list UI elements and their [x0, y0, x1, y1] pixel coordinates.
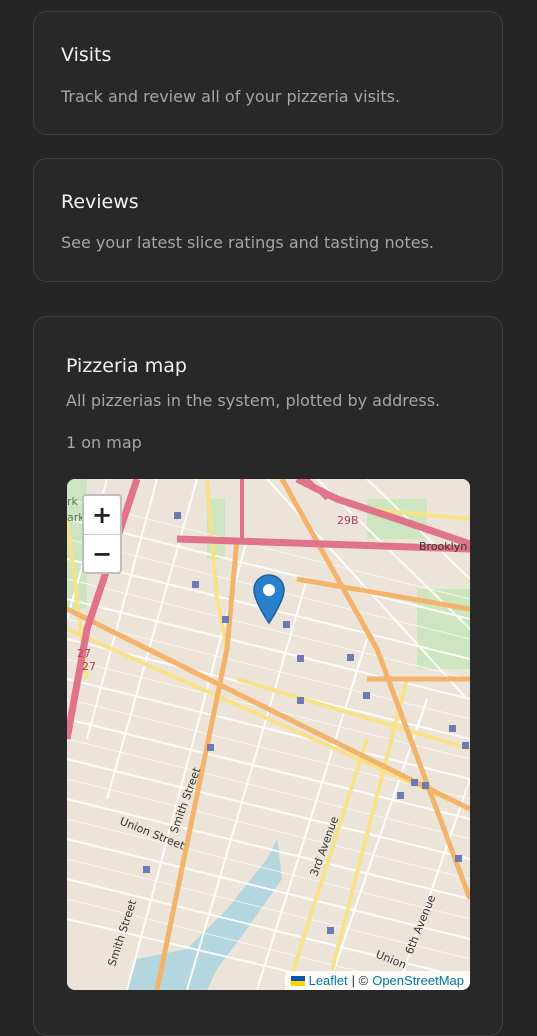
visits-title: Visits	[61, 44, 112, 66]
map-pin-icon[interactable]	[252, 573, 286, 625]
map-view[interactable]: Smith Street Union Street Smith Street 3…	[67, 479, 470, 990]
pizzeria-map-title: Pizzeria map	[66, 355, 187, 377]
pizzeria-map-card: Pizzeria map All pizzerias in the system…	[33, 316, 503, 1036]
map-count-label: 1 on map	[66, 433, 142, 452]
pizzeria-map-description: All pizzerias in the system, plotted by …	[66, 391, 441, 410]
map-attribution: Leaflet | © OpenStreetMap	[284, 971, 470, 990]
visits-card[interactable]: Visits Track and review all of your pizz…	[33, 11, 503, 135]
leaflet-link[interactable]: Leaflet	[309, 973, 348, 988]
label-29b: 29B	[337, 514, 359, 527]
zoom-control: + −	[82, 494, 122, 574]
label-park-a: rk	[67, 495, 79, 508]
ukraine-flag-icon	[290, 975, 305, 986]
reviews-title: Reviews	[61, 191, 139, 213]
zoom-out-button[interactable]: −	[84, 535, 120, 573]
reviews-card[interactable]: Reviews See your latest slice ratings an…	[33, 158, 503, 282]
reviews-description: See your latest slice ratings and tastin…	[61, 233, 434, 252]
label-27a: 27	[77, 647, 91, 660]
visits-description: Track and review all of your pizzeria vi…	[61, 87, 401, 106]
openstreetmap-link[interactable]: OpenStreetMap	[372, 973, 464, 988]
label-27b: 27	[82, 660, 96, 673]
label-brooklyn: Brooklyn	[419, 540, 467, 553]
zoom-in-button[interactable]: +	[84, 496, 120, 535]
map-tiles: Smith Street Union Street Smith Street 3…	[67, 479, 470, 990]
attribution-separator: | ©	[351, 973, 369, 988]
